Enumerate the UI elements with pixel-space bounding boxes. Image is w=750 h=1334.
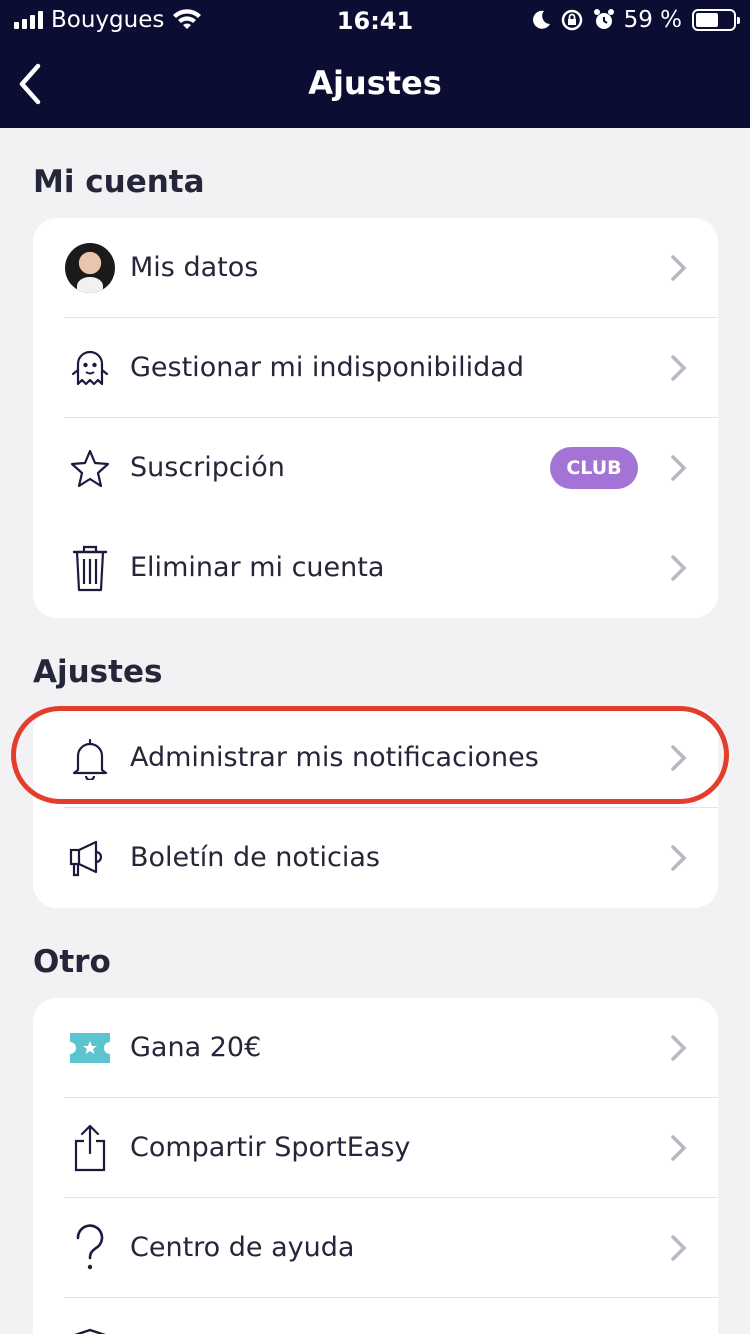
- other-card: Gana 20€ Compartir SportEasy Centro de a…: [33, 998, 718, 1334]
- ghost-icon: [65, 343, 115, 393]
- row-label: Eliminar mi cuenta: [130, 552, 385, 583]
- ticket-icon: [65, 1023, 115, 1073]
- top-bar: Bouygues 16:41 59 % Ajustes: [0, 0, 750, 128]
- row-ayuda[interactable]: Centro de ayuda: [33, 1198, 718, 1298]
- row-suscripcion[interactable]: Suscripción CLUB: [33, 418, 718, 518]
- row-label: Centro de ayuda: [130, 1232, 355, 1263]
- row-partial[interactable]: [33, 1298, 718, 1334]
- chevron-right-icon: [671, 255, 687, 281]
- chevron-right-icon: [671, 455, 687, 481]
- row-label: Suscripción: [130, 452, 285, 483]
- bell-icon: [65, 733, 115, 783]
- megaphone-icon: [65, 833, 115, 883]
- chevron-right-icon: [671, 845, 687, 871]
- page-title: Ajustes: [308, 64, 442, 102]
- chevron-right-icon: [671, 1235, 687, 1261]
- section-title-account: Mi cuenta: [33, 164, 205, 200]
- star-icon: [65, 443, 115, 493]
- row-eliminar-cuenta[interactable]: Eliminar mi cuenta: [33, 518, 718, 618]
- rotation-lock-icon: [561, 9, 582, 31]
- row-label: Administrar mis notificaciones: [130, 742, 539, 773]
- battery-icon: [692, 9, 740, 31]
- section-title-settings: Ajustes: [33, 654, 163, 690]
- row-label: Gestionar mi indisponibilidad: [130, 352, 524, 383]
- chevron-right-icon: [671, 1135, 687, 1161]
- chevron-right-icon: [671, 745, 687, 771]
- row-label: Mis datos: [130, 252, 259, 283]
- row-label: Boletín de noticias: [130, 842, 380, 873]
- share-icon: [65, 1123, 115, 1173]
- chevron-right-icon: [671, 355, 687, 381]
- row-mis-datos[interactable]: Mis datos: [33, 218, 718, 318]
- row-boletin[interactable]: Boletín de noticias: [33, 808, 718, 908]
- status-bar: Bouygues 16:41 59 %: [0, 0, 750, 42]
- row-label: Compartir SportEasy: [130, 1132, 411, 1163]
- row-compartir[interactable]: Compartir SportEasy: [33, 1098, 718, 1198]
- chevron-right-icon: [671, 555, 687, 581]
- settings-card: Administrar mis notificaciones Boletín d…: [33, 708, 718, 908]
- shield-icon: [65, 1323, 115, 1334]
- row-notificaciones[interactable]: Administrar mis notificaciones: [33, 708, 718, 808]
- user-avatar: [65, 243, 115, 293]
- question-icon: [65, 1223, 115, 1273]
- row-label: Gana 20€: [130, 1032, 262, 1063]
- alarm-icon: [593, 9, 614, 29]
- club-badge: CLUB: [550, 447, 638, 489]
- row-gana[interactable]: Gana 20€: [33, 998, 718, 1098]
- account-card: Mis datos Gestionar mi indisponibilidad …: [33, 218, 718, 618]
- row-indisponibilidad[interactable]: Gestionar mi indisponibilidad: [33, 318, 718, 418]
- battery-percent: 59 %: [623, 7, 682, 33]
- section-title-other: Otro: [33, 944, 111, 980]
- moon-icon: [532, 10, 550, 29]
- trash-icon: [65, 543, 115, 593]
- chevron-right-icon: [671, 1035, 687, 1061]
